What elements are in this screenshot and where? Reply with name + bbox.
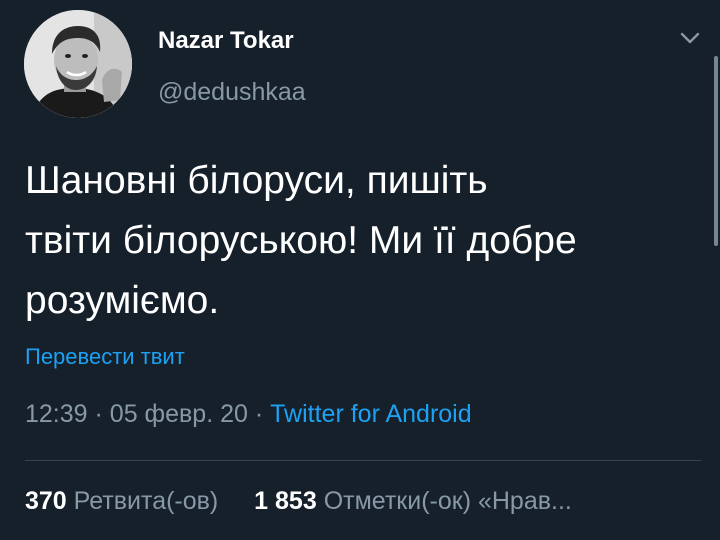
retweets-label: Ретвита(-ов)	[73, 487, 219, 515]
meta-separator: ·	[94, 400, 103, 428]
chevron-down-icon[interactable]	[678, 28, 702, 48]
retweets-count: 370	[25, 487, 67, 515]
likes-stat[interactable]: 1 853 Отметки(-ок) «Нрав...	[247, 487, 572, 515]
tweet-metadata: 12:39 · 05 февр. 20 · Twitter for Androi…	[25, 400, 472, 429]
tweet-text: Шановні білоруси, пишіть твіти білоруськ…	[25, 159, 577, 322]
likes-count: 1 853	[254, 487, 317, 515]
avatar-photo	[24, 10, 132, 118]
avatar[interactable]	[24, 10, 132, 118]
tweet-time: 12:39	[25, 400, 88, 428]
translate-tweet-link[interactable]: Перевести твит	[25, 344, 185, 370]
tweet-stats: 370 Ретвита(-ов) 1 853 Отметки(-ок) «Нра…	[25, 487, 572, 516]
tweet-source-link[interactable]: Twitter for Android	[270, 400, 471, 428]
author-handle[interactable]: @dedushkaa	[158, 78, 306, 107]
likes-label: Отметки(-ок) «Нрав...	[323, 487, 572, 515]
divider	[25, 460, 701, 461]
meta-separator: ·	[254, 400, 264, 428]
author-display-name[interactable]: Nazar Tokar	[158, 27, 294, 55]
tweet-date[interactable]: 05 февр. 20	[110, 400, 248, 428]
scrollbar[interactable]	[714, 56, 718, 246]
retweets-stat[interactable]: 370 Ретвита(-ов)	[25, 487, 225, 515]
